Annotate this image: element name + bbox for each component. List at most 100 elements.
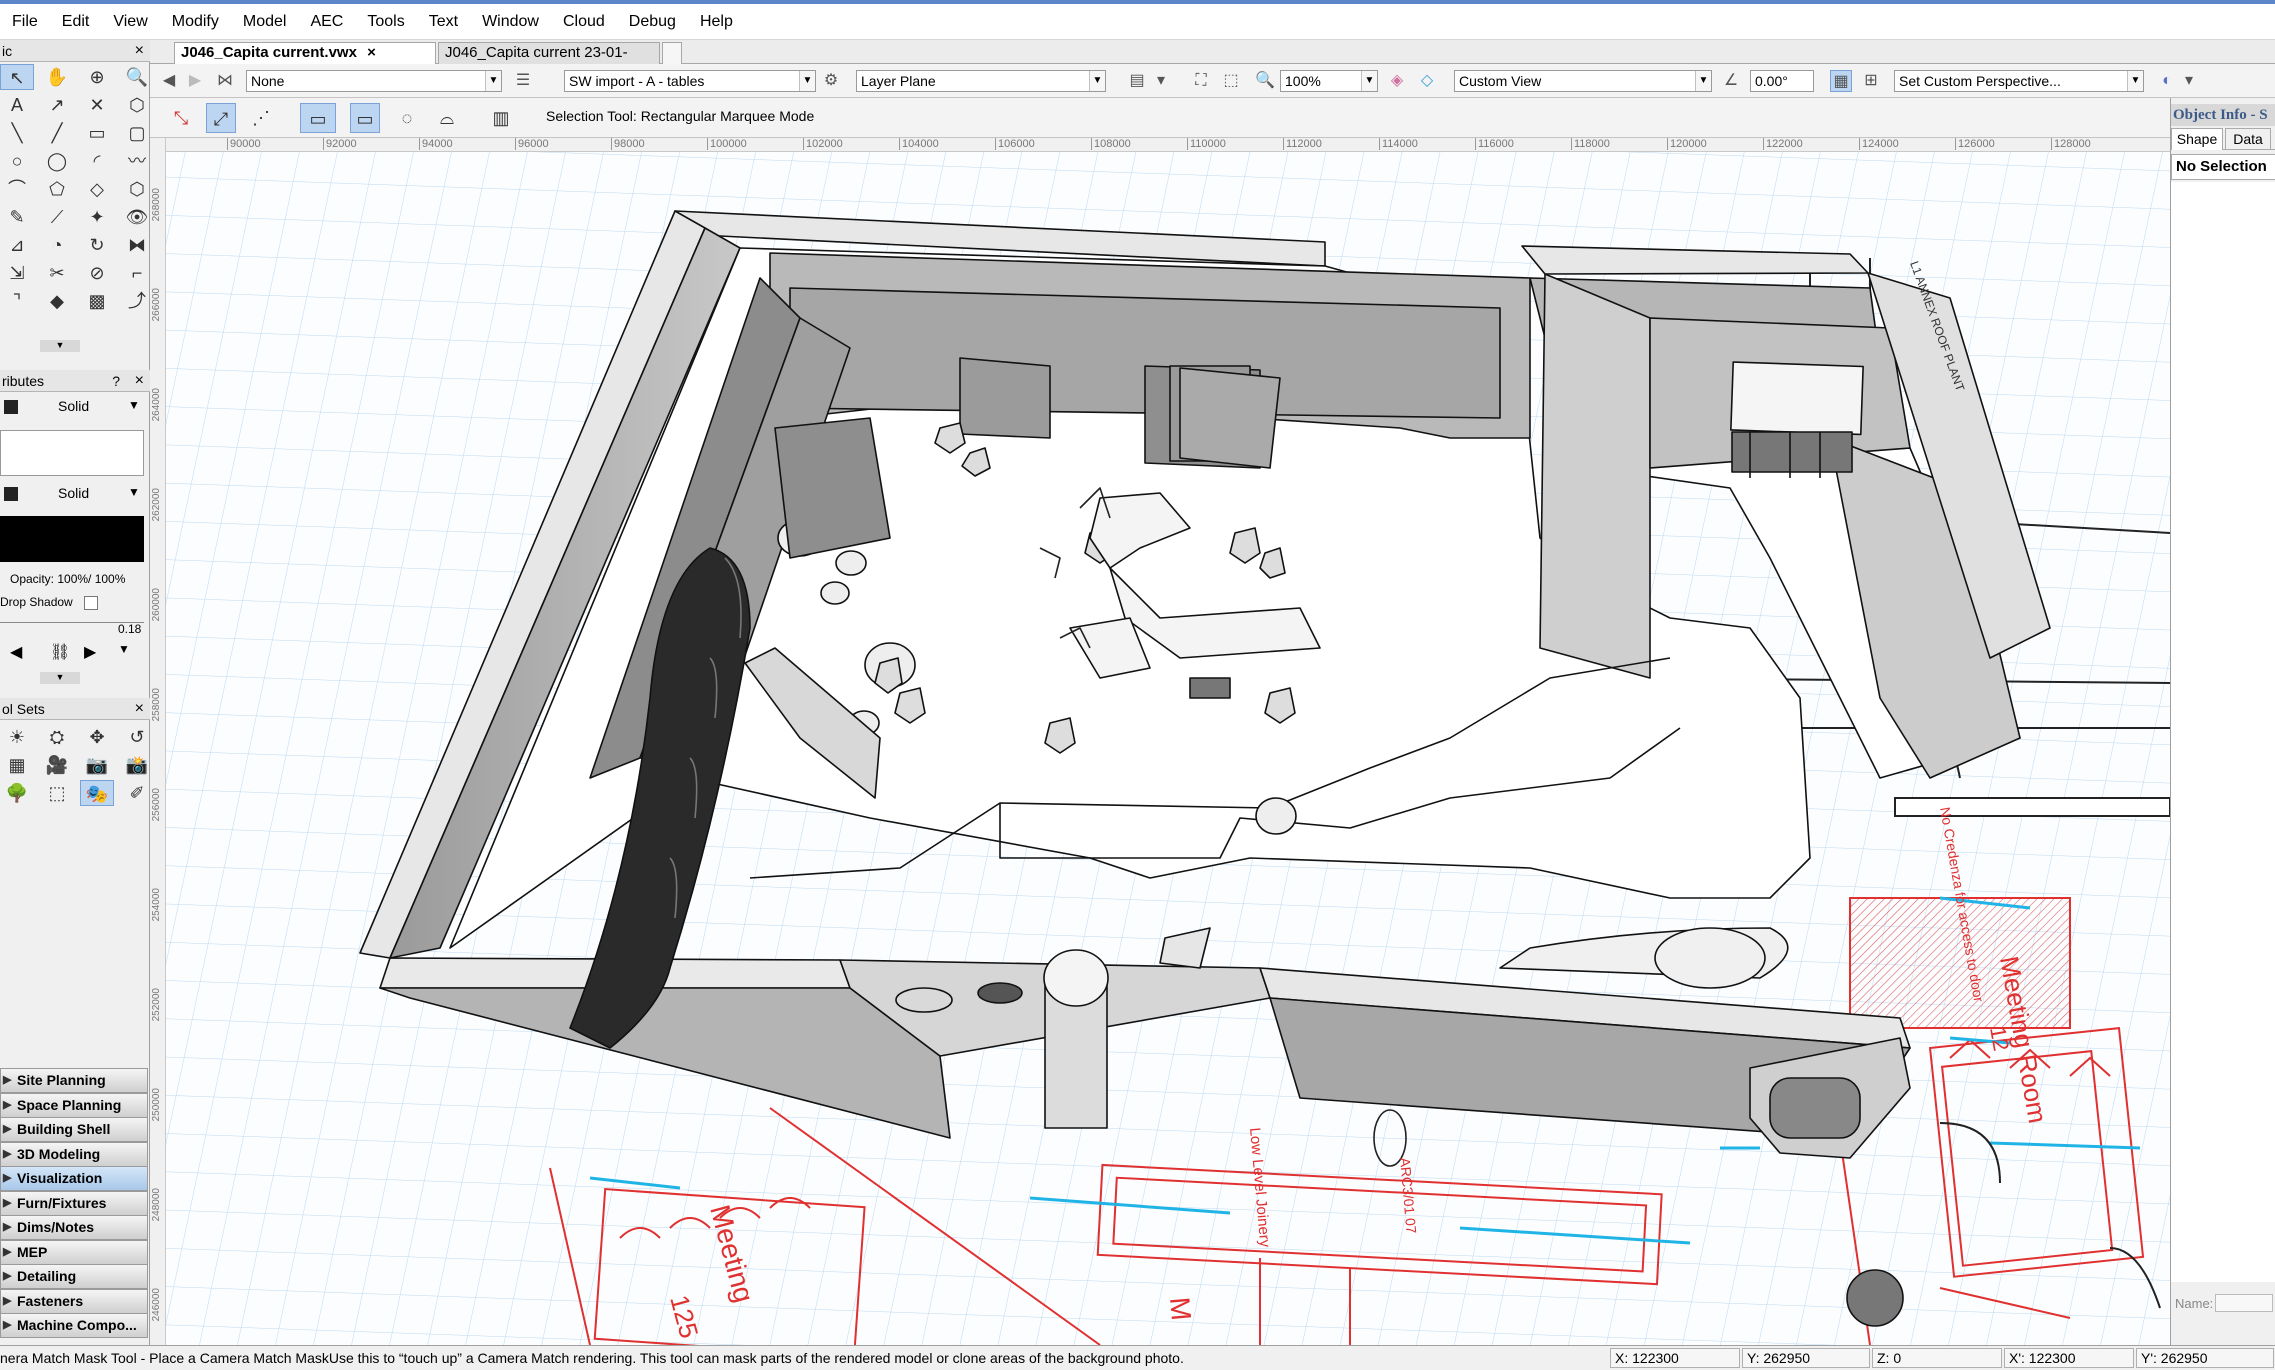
forward-arrow-icon[interactable]: ▶ [184, 70, 206, 92]
chevron-down-icon[interactable]: ▼ [118, 642, 130, 656]
renderworks-camera-tool-icon[interactable]: 📷 [80, 752, 114, 778]
camera-match-icon[interactable]: 📸 [120, 752, 154, 778]
menu-item-edit[interactable]: Edit [50, 4, 102, 40]
arrow-right-icon[interactable]: ▶ [84, 642, 96, 662]
close-icon[interactable]: × [135, 698, 144, 720]
render-bitmap-tool-icon[interactable]: ▦ [0, 752, 34, 778]
menu-item-aec[interactable]: AEC [298, 4, 355, 40]
chevron-down-icon[interactable]: ▾ [1150, 70, 1172, 92]
tab-document-2[interactable]: J046_Capita current 23-01-17.... [438, 42, 660, 81]
toolset-dims-notes[interactable]: ▶ Dims/Notes [0, 1215, 148, 1240]
toolset-detailing[interactable]: ▶ Detailing [0, 1264, 148, 1289]
mask-tool-icon[interactable]: ▩ [80, 288, 114, 314]
fill-color-swatch[interactable] [4, 400, 18, 414]
back-arrow-icon[interactable]: ◀ [158, 70, 180, 92]
polyline-tool-icon[interactable]: ⌒ [0, 176, 34, 202]
disable-interactive-scaling-icon[interactable]: ⤡ [166, 103, 196, 133]
heliodon-tool-icon[interactable]: ⛭ [40, 724, 74, 750]
toolset-visualization[interactable]: ▶ Visualization [0, 1166, 148, 1191]
freehand-tool-icon[interactable]: 〰 [120, 148, 154, 174]
multiple-reshape-icon[interactable]: ⋰ [246, 103, 276, 133]
camera-match-tool-icon[interactable]: ⤴ [120, 288, 154, 314]
line-tool-icon[interactable]: ╲ [0, 120, 34, 146]
close-icon[interactable]: × [135, 40, 144, 62]
rotate-tool-icon[interactable]: ↻ [80, 232, 114, 258]
zoom-tool-icon[interactable]: 🔍 [120, 64, 154, 90]
snap-icon[interactable]: ▭ [300, 103, 336, 133]
menu-item-debug[interactable]: Debug [617, 4, 688, 40]
class-icon[interactable]: ⋈ [214, 70, 236, 92]
drawing-canvas[interactable]: L1 ANNEX ROOF PLANT No Credenza for acce… [150, 138, 2170, 1345]
tab-data[interactable]: Data [2225, 128, 2271, 150]
chevron-down-icon[interactable]: ▼ [128, 485, 140, 499]
eyedropper-tool-icon[interactable]: ✎ [0, 204, 34, 230]
toolset-furn-fixtures[interactable]: ▶ Furn/Fixtures [0, 1190, 148, 1216]
rectangular-marquee-icon[interactable]: ▭ [350, 103, 380, 133]
angle-icon[interactable]: ∠ [1720, 70, 1742, 92]
menu-item-text[interactable]: Text [417, 4, 470, 40]
fit-to-objects-icon[interactable]: ⛶ [1190, 70, 1212, 92]
layer-select[interactable]: SW import - A - tables ▼ [564, 70, 816, 92]
fit-to-page-icon[interactable]: ⬚ [1220, 70, 1242, 92]
toolset-building-shell[interactable]: ▶ Building Shell [0, 1117, 148, 1142]
menu-item-help[interactable]: Help [688, 4, 745, 40]
light-tool-icon[interactable]: ☀ [0, 724, 34, 750]
regular-polygon-tool-icon[interactable]: ⬡ [120, 176, 154, 202]
drop-shadow-checkbox[interactable] [84, 596, 98, 610]
link-icon[interactable]: ⛓ [50, 642, 70, 662]
plane-icon[interactable]: ⚙ [820, 70, 842, 92]
magic-wand-tool-icon[interactable]: ✦ [80, 204, 114, 230]
trim-tool-icon[interactable]: ⌝ [0, 288, 34, 314]
menu-item-model[interactable]: Model [231, 4, 299, 40]
toolset-3d-modeling[interactable]: ▶ 3D Modeling [0, 1141, 148, 1167]
menu-item-window[interactable]: Window [470, 4, 551, 40]
tool-preferences-icon[interactable]: ▥ [486, 103, 516, 133]
layers-icon[interactable]: ☰ [512, 70, 534, 92]
chevron-down-icon[interactable]: ▾ [2178, 70, 2200, 92]
projection-icon[interactable]: ◇ [1416, 70, 1438, 92]
reshape-tool-icon[interactable]: ⊿ [0, 232, 34, 258]
circle-tool-icon[interactable]: ○ [0, 148, 34, 174]
attribute-mapping-tool-icon[interactable]: ⟋ [40, 204, 74, 230]
tab-close-icon[interactable]: × [367, 44, 376, 61]
dimension-tool-icon[interactable]: ↗ [40, 92, 74, 118]
move-tool-icon[interactable]: ✥ [80, 724, 114, 750]
angle-field[interactable]: 0.00° [1750, 70, 1814, 92]
tab-shape[interactable]: Shape [2171, 128, 2223, 150]
pen-style-label[interactable]: Solid [58, 485, 89, 501]
fill-style-label[interactable]: Solid [58, 398, 89, 414]
tab-new[interactable] [662, 42, 682, 64]
grid-snap-icon[interactable]: ⊞ [1860, 70, 1882, 92]
polygon-marquee-icon[interactable]: ⌓ [432, 103, 462, 133]
view-select[interactable]: Custom View ▼ [1454, 70, 1712, 92]
arrow-left-icon[interactable]: ◀ [10, 642, 22, 662]
menu-item-view[interactable]: View [101, 4, 159, 40]
flyover-icon[interactable]: ▦ [1830, 70, 1852, 92]
camera-tool-icon[interactable]: 🎥 [40, 752, 74, 778]
selection-tool-icon[interactable]: ↖ [0, 64, 34, 90]
connect-tool-icon[interactable]: ⌐ [120, 260, 154, 286]
pan-tool-icon[interactable]: ✋ [40, 64, 74, 90]
arc-tool-icon[interactable]: ◜ [80, 148, 114, 174]
opacity-label[interactable]: Opacity: 100%/ 100% [10, 572, 125, 586]
rounded-rectangle-tool-icon[interactable]: ▢ [120, 120, 154, 146]
polygon-tool-icon[interactable]: ⬠ [40, 176, 74, 202]
text-tool-icon[interactable]: A [0, 92, 34, 118]
flyover-tool-icon[interactable]: ⊕ [80, 64, 114, 90]
texture-tool-icon[interactable]: ⬚ [40, 780, 74, 806]
offset-tool-icon[interactable]: ⇲ [0, 260, 34, 286]
close-icon[interactable]: × [135, 370, 144, 392]
menu-item-cloud[interactable]: Cloud [551, 4, 617, 40]
toolset-site-planning[interactable]: ▶ Site Planning [0, 1068, 148, 1093]
page-icon[interactable]: ▤ [1126, 70, 1148, 92]
expand-tools-icon[interactable]: ▼ [40, 340, 80, 352]
plane-select[interactable]: Layer Plane ▼ [856, 70, 1106, 92]
menu-item-modify[interactable]: Modify [160, 4, 231, 40]
tab-document-active[interactable]: J046_Capita current.vwx × [174, 42, 436, 64]
toolset-machine-compo[interactable]: ▶ Machine Compo... [0, 1313, 148, 1338]
spray-tool-icon[interactable]: ✐ [120, 780, 154, 806]
toolset-mep[interactable]: ▶ MEP [0, 1239, 148, 1265]
visibility-tool-icon[interactable]: 👁 [120, 204, 154, 230]
expand-attributes-icon[interactable]: ▼ [40, 672, 80, 684]
split-tool-icon[interactable]: ⊘ [80, 260, 114, 286]
